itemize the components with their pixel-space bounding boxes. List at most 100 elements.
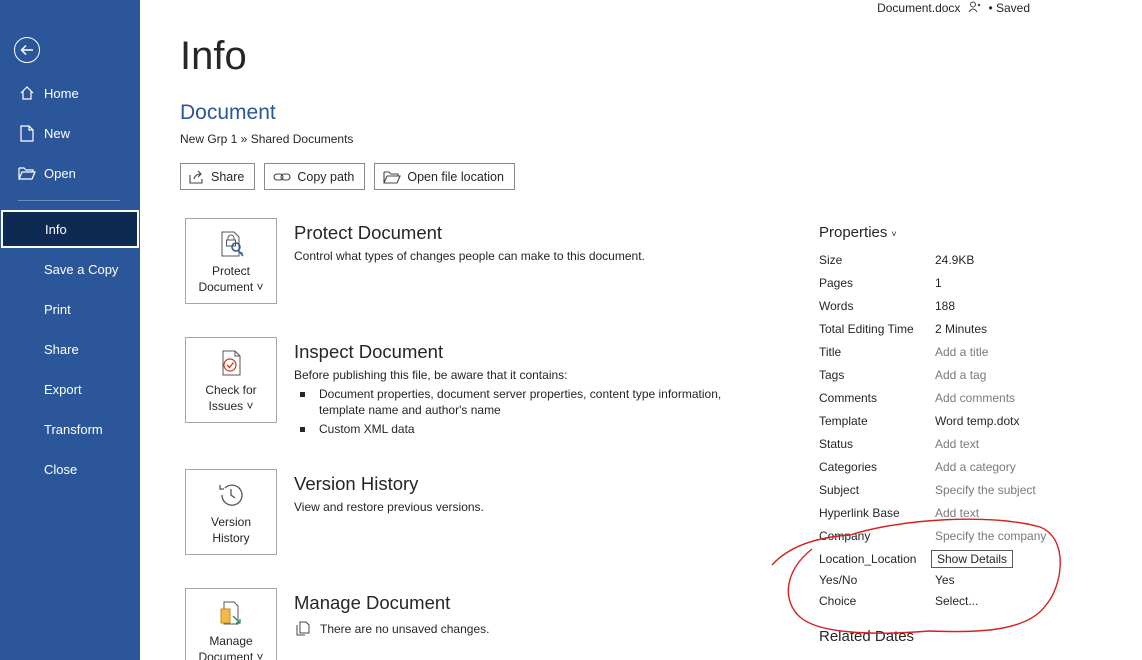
properties-heading: Properties [819, 224, 888, 241]
manage-document-button[interactable]: Manage Document ˅ [185, 588, 277, 660]
sidebar-item-label: Save a Copy [44, 261, 119, 277]
property-value: Word temp.dotx [935, 414, 1020, 428]
properties-dropdown[interactable]: Properties ˅ [819, 224, 897, 241]
property-value[interactable]: Select... [935, 594, 978, 608]
protect-document-description: Control what types of changes people can… [294, 249, 645, 263]
sidebar-item-print[interactable]: Print [0, 290, 140, 328]
property-value[interactable]: Add a category [935, 460, 1016, 474]
property-row-pages: Pages 1 [819, 273, 1139, 293]
show-details-button[interactable]: Show Details [931, 550, 1014, 568]
property-row-yes-no: Yes/No Yes [819, 570, 1139, 590]
title-bar: Document.docx • Saved [877, 0, 1030, 16]
property-value: 2 Minutes [935, 322, 988, 336]
property-row-categories: Categories Add a category [819, 457, 1139, 477]
breadcrumb: New Grp 1 » Shared Documents [180, 132, 354, 146]
page-title: Info [180, 34, 247, 78]
document-copy-icon [296, 621, 310, 636]
card-label: Check for [205, 383, 257, 397]
copy-path-button[interactable]: Copy path [264, 163, 366, 190]
property-value[interactable]: Specify the subject [935, 483, 1036, 497]
property-key: Title [819, 345, 842, 359]
open-file-location-button-label: Open file location [407, 169, 504, 184]
property-key: Categories [819, 460, 878, 474]
card-label: Issues ˅ [208, 399, 254, 413]
property-value[interactable]: Yes [935, 573, 955, 587]
property-key: Company [819, 529, 871, 543]
inspect-document-description: Before publishing this file, be aware th… [294, 368, 568, 382]
copy-path-button-label: Copy path [297, 169, 355, 184]
property-row-words: Words 188 [819, 296, 1139, 316]
folder-icon [383, 170, 402, 184]
property-value: 1 [935, 276, 942, 290]
share-button-label: Share [211, 169, 245, 184]
property-row-title: Title Add a title [819, 342, 1139, 362]
document-filename: Document.docx [877, 1, 961, 15]
lock-key-icon [216, 229, 246, 259]
sidebar-item-open[interactable]: Open [0, 154, 140, 192]
property-value[interactable]: Specify the company [935, 529, 1046, 543]
property-key: Total Editing Time [819, 322, 914, 336]
sidebar-item-export[interactable]: Export [0, 370, 140, 408]
property-value[interactable]: Add a title [935, 345, 988, 359]
property-row-total-editing-time: Total Editing Time 2 Minutes [819, 319, 1139, 339]
property-value[interactable]: Add text [935, 506, 979, 520]
card-label: Document ˅ [198, 280, 264, 294]
document-heading: Document [180, 101, 276, 124]
list-item: Custom XML data [300, 421, 740, 437]
sidebar-item-info[interactable]: Info [1, 210, 139, 248]
card-label: Protect [211, 264, 250, 278]
manage-document-title: Manage Document [294, 592, 451, 613]
protect-document-title: Protect Document [294, 222, 443, 243]
sidebar-item-close[interactable]: Close [0, 450, 140, 488]
person-icon [968, 1, 982, 16]
sidebar-item-label: Print [44, 301, 71, 317]
open-folder-icon [18, 164, 36, 182]
property-key: Template [819, 414, 868, 428]
sidebar-item-label: Transform [44, 421, 103, 437]
property-value[interactable]: Add comments [935, 391, 1015, 405]
property-key: Choice [819, 594, 857, 608]
property-key: Pages [819, 276, 854, 290]
property-row-location-location: Location_Location Show Details [819, 549, 1139, 569]
share-button[interactable]: Share [180, 163, 256, 190]
sidebar-item-label: Info [45, 221, 67, 237]
sidebar-item-save-a-copy[interactable]: Save a Copy [0, 250, 140, 288]
property-value[interactable]: Add text [935, 437, 979, 451]
property-key: Hyperlink Base [819, 506, 900, 520]
property-key: Yes/No [819, 573, 858, 587]
inspect-document-list: Document properties, document server pro… [300, 386, 740, 440]
property-row-comments: Comments Add comments [819, 388, 1139, 408]
property-key: Tags [819, 368, 845, 382]
property-value: 188 [935, 299, 956, 313]
property-row-subject: Subject Specify the subject [819, 480, 1139, 500]
sidebar-item-label: Share [44, 341, 79, 357]
open-file-location-button[interactable]: Open file location [374, 163, 515, 190]
sidebar-item-label: Close [44, 461, 78, 477]
sidebar-divider [18, 200, 120, 201]
check-for-issues-button[interactable]: Check for Issues ˅ [185, 337, 277, 423]
back-arrow-icon[interactable] [14, 37, 40, 63]
property-row-company: Company Specify the company [819, 526, 1139, 546]
sidebar-item-label: Home [44, 85, 79, 101]
new-document-icon [18, 124, 36, 142]
sidebar-item-home[interactable]: Home [0, 74, 140, 112]
sidebar-item-new[interactable]: New [0, 114, 140, 152]
document-actions: Share Copy path Open file location [180, 163, 515, 190]
protect-document-button[interactable]: Protect Document ˅ [185, 218, 277, 304]
list-item: Document properties, document server pro… [300, 386, 740, 418]
chevron-down-icon: ˅ [891, 228, 897, 239]
save-status: • Saved [988, 1, 1030, 15]
sidebar-item-transform[interactable]: Transform [0, 410, 140, 448]
sidebar-item-label: Open [44, 165, 76, 181]
property-key: Comments [819, 391, 878, 405]
version-history-description: View and restore previous versions. [294, 500, 484, 514]
sidebar-item-share[interactable]: Share [0, 330, 140, 368]
property-key: Size [819, 253, 843, 267]
history-clock-icon [216, 480, 246, 510]
version-history-title: Version History [294, 473, 419, 494]
version-history-button[interactable]: Version History [185, 469, 277, 555]
property-value[interactable]: Add a tag [935, 368, 986, 382]
property-row-tags: Tags Add a tag [819, 365, 1139, 385]
property-row-template: Template Word temp.dotx [819, 411, 1139, 431]
property-row-hyperlink-base: Hyperlink Base Add text [819, 503, 1139, 523]
